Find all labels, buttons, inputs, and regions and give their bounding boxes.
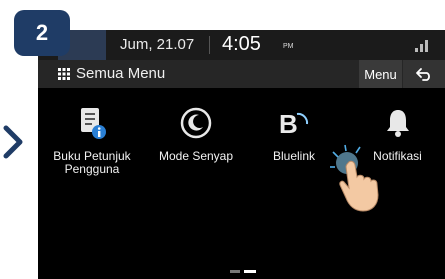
back-button[interactable] xyxy=(403,60,445,88)
menu-item-bluelink[interactable]: B Bluelink xyxy=(254,88,334,208)
signal-icon xyxy=(415,40,428,52)
chevron-right-icon xyxy=(3,125,23,159)
svg-text:B: B xyxy=(279,109,298,139)
back-arrow-icon xyxy=(416,68,430,81)
grid-menu-icon xyxy=(58,68,70,80)
page-indicator xyxy=(230,270,256,273)
menu-item-label-line2: Pengguna xyxy=(64,162,120,176)
status-bar: Jum, 21.07 4:05 PM xyxy=(38,30,445,60)
bluelink-icon: B xyxy=(279,109,309,139)
menu-item-label: Mode Senyap xyxy=(158,149,234,163)
tap-hand-icon xyxy=(330,144,379,212)
step-number-badge: 2 xyxy=(14,10,70,56)
moon-icon xyxy=(180,107,212,139)
menu-button[interactable]: Menu xyxy=(359,60,402,88)
bell-icon xyxy=(386,110,409,137)
time-display: 4:05 xyxy=(222,33,261,55)
status-separator xyxy=(209,36,210,54)
infotainment-screen: Jum, 21.07 4:05 PM Semua Menu Menu Buku … xyxy=(38,30,445,279)
menu-item-user-manual[interactable]: Buku Petunjuk Pengguna xyxy=(38,88,146,208)
menu-item-silent-mode[interactable]: Mode Senyap xyxy=(146,88,246,208)
date-display: Jum, 21.07 xyxy=(120,36,195,53)
menu-item-label: Bluelink xyxy=(272,149,316,163)
page-title: Semua Menu xyxy=(76,65,166,82)
manual-info-icon xyxy=(81,108,106,139)
ampm-indicator: PM xyxy=(283,43,294,50)
